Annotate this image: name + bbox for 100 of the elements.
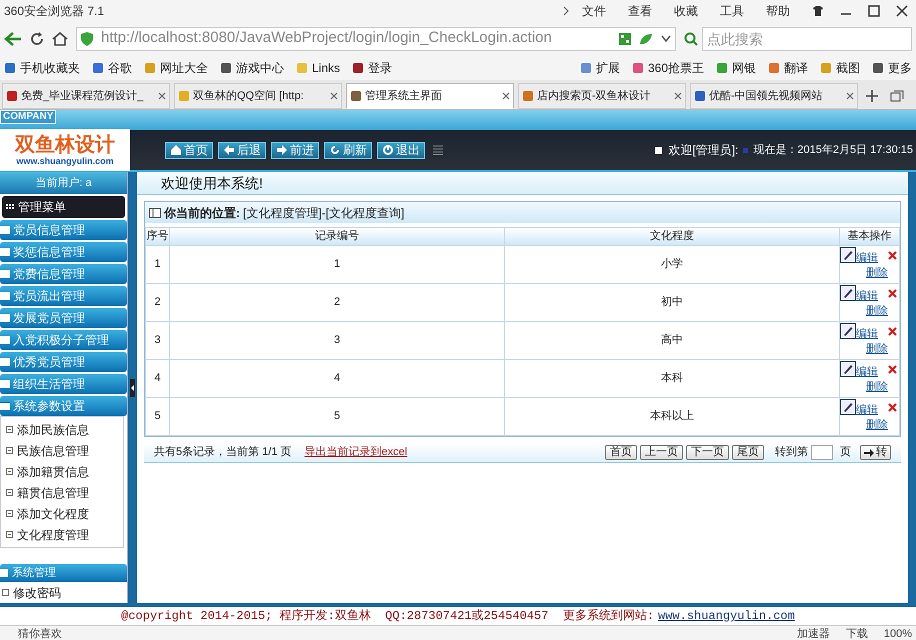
edit-link[interactable]: 编辑 [856, 288, 878, 304]
close-icon[interactable] [330, 92, 338, 100]
status-item[interactable]: 加速器 [796, 626, 830, 640]
menu-item[interactable]: 工具 [720, 2, 744, 20]
pencil-icon[interactable] [840, 361, 856, 377]
submenu-item[interactable]: 民族信息管理 [1, 440, 123, 461]
chevron-icon[interactable] [562, 6, 570, 16]
menu-group[interactable]: 奖惩信息管理 [0, 242, 127, 262]
nav-button[interactable]: 刷新 [324, 142, 372, 158]
edit-link[interactable]: 编辑 [856, 326, 878, 342]
edit-link[interactable]: 编辑 [856, 402, 878, 418]
browser-tab[interactable]: 免费_毕业课程范例设计_ [2, 83, 170, 109]
submenu-item[interactable]: 文化程度管理 [1, 524, 123, 545]
refresh-icon[interactable] [30, 32, 44, 46]
browser-tab[interactable]: 管理系统主界面 [346, 83, 514, 109]
close-icon[interactable] [846, 92, 854, 100]
delete-icon[interactable] [888, 327, 897, 336]
delete-icon[interactable] [888, 289, 897, 298]
browser-tab[interactable]: 优酷-中国领先视频网站 [690, 83, 858, 109]
toolbar-button[interactable]: 360抢票王 [632, 58, 704, 76]
export-link[interactable]: 导出当前记录到excel [304, 444, 408, 461]
extension-icon [580, 62, 592, 74]
pencil-icon[interactable] [840, 323, 856, 339]
browser-tab[interactable]: 店内搜索页-双鱼林设计 [518, 83, 686, 109]
pager-button[interactable]: 首页 [605, 445, 637, 460]
delete-link[interactable]: 删除 [866, 266, 888, 280]
browser-tab[interactable]: 双鱼林的QQ空间 [http: [174, 83, 342, 109]
close-icon[interactable] [674, 92, 682, 100]
pager-button[interactable]: 下一页 [686, 445, 729, 460]
toolbar-button[interactable]: 翻译 [768, 58, 808, 76]
edit-link[interactable]: 编辑 [856, 364, 878, 380]
shirt-icon[interactable] [812, 6, 824, 16]
bookmark-link[interactable]: 游戏中心 [220, 58, 284, 76]
status-item[interactable]: 100% [884, 626, 912, 640]
submenu-item[interactable]: 添加籍贯信息 [1, 461, 123, 482]
collapse-handle-icon[interactable] [130, 378, 135, 396]
edit-link[interactable]: 编辑 [856, 250, 878, 266]
bookmark-link[interactable]: 谷歌 [92, 58, 132, 76]
bookmark-link[interactable]: 登录 [352, 58, 392, 76]
delete-link[interactable]: 删除 [866, 304, 888, 318]
toolbar-button[interactable]: 扩展 [580, 58, 620, 76]
menu-group[interactable]: 系统参数设置 [0, 396, 127, 416]
home-icon [170, 144, 182, 156]
table-cell: 初中 [504, 284, 840, 322]
menu-item[interactable]: 查看 [628, 2, 652, 20]
pencil-icon[interactable] [840, 247, 856, 263]
menu-group[interactable]: 优秀党员管理 [0, 352, 127, 372]
search-icon[interactable] [684, 32, 698, 46]
nav-button[interactable]: 首页 [165, 142, 213, 158]
delete-icon[interactable] [888, 403, 897, 412]
pager-button[interactable]: 尾页 [732, 445, 764, 460]
address-bar[interactable]: http://localhost:8080/JavaWebProject/login/login_CheckLogin.action [76, 26, 676, 50]
menu-group[interactable]: 发展党员管理 [0, 308, 127, 328]
maximize-icon[interactable] [868, 5, 880, 17]
nav-button[interactable]: 退出 [377, 142, 425, 158]
page-input[interactable] [811, 445, 833, 460]
delete-link[interactable]: 删除 [866, 342, 888, 356]
copyright-text: @copyright 2014-2015; 程序开发:双鱼林 QQ:287307421或254540457 更多系统到网站: [121, 608, 654, 625]
website-link[interactable]: www.shuangyulin.com [658, 607, 795, 625]
pencil-icon[interactable] [840, 285, 856, 301]
favicon-icon [350, 90, 362, 102]
submenu-item[interactable]: 修改密码 [0, 582, 127, 603]
home-icon[interactable] [52, 32, 68, 46]
delete-link[interactable]: 删除 [866, 418, 888, 432]
menu-item[interactable]: 收藏 [674, 2, 698, 20]
nav-button[interactable]: 前进 [271, 142, 319, 158]
pager-button[interactable]: 上一页 [640, 445, 683, 460]
nav-button[interactable]: 后退 [218, 142, 266, 158]
status-item[interactable]: 猜你喜欢 [18, 626, 62, 640]
bookmark-link[interactable]: 手机收藏夹 [4, 58, 80, 76]
menu-group[interactable]: 入党积极分子管理 [0, 330, 127, 350]
menu-item[interactable]: 文件 [582, 2, 606, 20]
delete-icon[interactable] [888, 251, 897, 260]
close-icon[interactable] [502, 92, 510, 100]
bookmark-link[interactable]: Links [296, 58, 340, 76]
back-icon[interactable] [4, 30, 22, 46]
plus-icon[interactable] [866, 90, 878, 102]
extension-icon [820, 62, 832, 74]
go-button[interactable]: 转 [860, 445, 891, 460]
submenu-item[interactable]: 籍贯信息管理 [1, 482, 123, 503]
submenu-item[interactable]: 添加民族信息 [1, 419, 123, 440]
status-item[interactable]: 下载 [846, 626, 868, 640]
close-icon[interactable] [158, 92, 166, 100]
pencil-icon[interactable] [840, 399, 856, 415]
search-field[interactable]: 点此搜索 [702, 26, 912, 50]
submenu-item[interactable]: 添加文化程度 [1, 503, 123, 524]
menu-group[interactable]: 党员信息管理 [0, 220, 127, 240]
menu-group[interactable]: 党费信息管理 [0, 264, 127, 284]
bookmark-link[interactable]: 网址大全 [144, 58, 208, 76]
breadcrumb: [文化程度管理]-[文化程度查询] [243, 204, 404, 222]
toolbar-button[interactable]: 网银 [716, 58, 756, 76]
menu-item[interactable]: 帮助 [766, 2, 790, 20]
toolbar-button[interactable]: 截图 [820, 58, 860, 76]
close-icon[interactable] [896, 5, 908, 17]
toolbar-button[interactable]: 更多 [872, 58, 912, 76]
list-icon[interactable] [433, 145, 443, 155]
restore-tab-icon[interactable] [890, 90, 904, 102]
delete-link[interactable]: 删除 [866, 380, 888, 394]
delete-icon[interactable] [888, 365, 897, 374]
menu-group[interactable]: 党员流出管理 [0, 286, 127, 306]
